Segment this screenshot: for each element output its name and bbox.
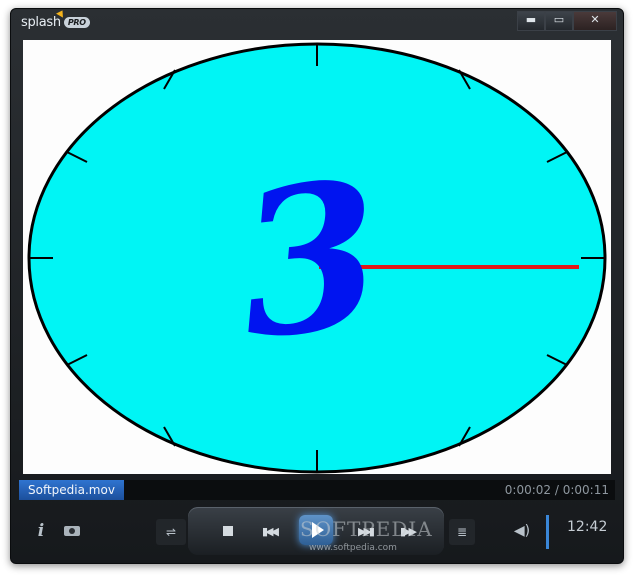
info-bar: Softpedia.mov 0:00:02 / 0:00:11	[19, 480, 615, 500]
volume-level-bar[interactable]	[546, 515, 549, 549]
control-bar: i ⇌ ▮◀◀ ▶▶▮ ▮▶▶ SOFTPEDIA www.softpedia.…	[11, 505, 623, 561]
logo-text: splash	[21, 15, 61, 30]
title-bar[interactable]: splash PRO ▬ ▭ ✕	[11, 8, 623, 37]
filename-label[interactable]: Softpedia.mov	[19, 480, 124, 500]
clock-numeral: 3	[229, 136, 392, 384]
maximize-button[interactable]: ▭	[545, 11, 573, 31]
system-clock: 12:42	[567, 519, 608, 535]
info-icon[interactable]: i	[31, 519, 51, 543]
stop-icon[interactable]	[219, 522, 237, 540]
playlist-icon[interactable]: ≣	[449, 519, 475, 545]
minimize-button[interactable]: ▬	[517, 11, 545, 31]
window-controls: ▬ ▭ ✕	[517, 11, 617, 31]
timecode: 0:00:02 / 0:00:11	[504, 483, 609, 497]
watermark-url: www.softpedia.com	[309, 543, 397, 553]
video-area[interactable]: 3	[23, 40, 611, 474]
player-window: splash PRO ▬ ▭ ✕ 3 Softpedia.mov 0:00:02…	[10, 8, 624, 564]
watermark-text: SOFTPEDIA	[300, 517, 433, 541]
camera-icon[interactable]	[61, 521, 83, 541]
equalizer-icon[interactable]: ⇌	[156, 519, 186, 545]
video-frame: 3	[27, 42, 607, 474]
app-logo: splash PRO	[21, 8, 90, 30]
previous-icon[interactable]: ▮◀◀	[257, 522, 281, 540]
close-button[interactable]: ✕	[573, 11, 617, 31]
logo-badge: PRO	[63, 17, 90, 28]
volume-icon[interactable]: ◀)	[511, 521, 533, 541]
